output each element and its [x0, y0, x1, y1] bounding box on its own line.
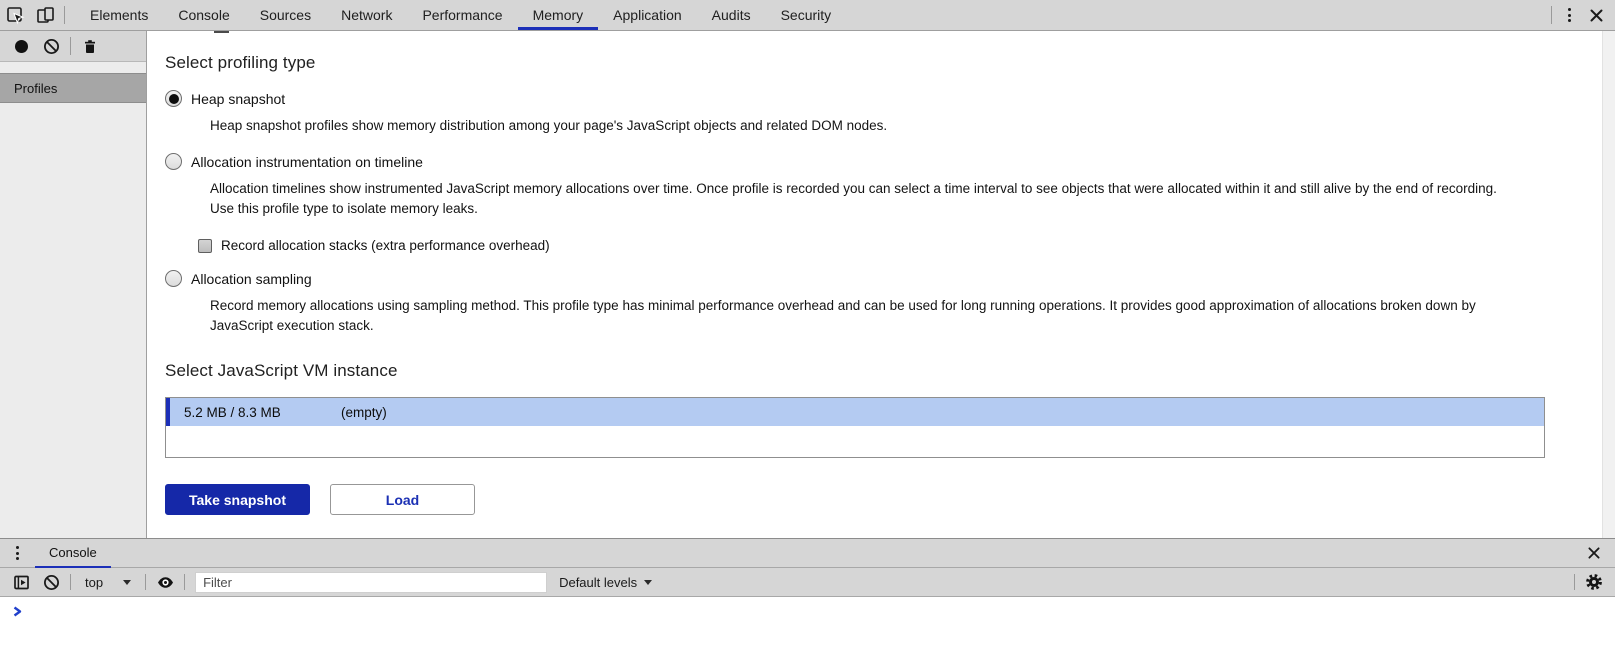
memory-panel-content: Select profiling type Heap snapshot Heap…: [148, 31, 1615, 538]
device-toolbar-icon[interactable]: [30, 0, 60, 30]
console-toolbar: top Default levels: [0, 568, 1615, 597]
heap-snapshot-description: Heap snapshot profiles show memory distr…: [210, 118, 888, 133]
radio-label[interactable]: Allocation sampling: [191, 271, 312, 287]
log-levels-selector[interactable]: Default levels: [547, 575, 664, 590]
tab-audits[interactable]: Audits: [697, 0, 766, 30]
panel-tabs: Elements Console Sources Network Perform…: [75, 0, 846, 30]
toolbar-right-controls: [1547, 2, 1609, 28]
vm-instance-size: 5.2 MB / 8.3 MB: [184, 404, 281, 420]
drawer-header: Console: [0, 539, 1615, 568]
execution-context-selector[interactable]: top: [75, 575, 141, 590]
memory-panel-toolbar: [0, 31, 146, 62]
vm-instance-row-selected[interactable]: 5.2 MB / 8.3 MB (empty): [166, 398, 1544, 426]
radio-button[interactable]: [165, 270, 182, 287]
tab-sources[interactable]: Sources: [245, 0, 326, 30]
close-drawer-icon[interactable]: [1581, 540, 1607, 566]
profiling-type-heading: Select profiling type: [165, 53, 316, 72]
tab-console[interactable]: Console: [163, 0, 244, 30]
console-prompt-chevron-icon[interactable]: [12, 604, 23, 622]
tab-application[interactable]: Application: [598, 0, 697, 30]
drawer-more-options-icon[interactable]: [6, 540, 29, 566]
toolbar-separator: [184, 574, 186, 590]
vm-instance-list: 5.2 MB / 8.3 MB (empty): [165, 397, 1545, 458]
console-drawer: Console top Filter Default levels: [0, 538, 1615, 648]
vm-instance-title: (empty): [341, 404, 387, 420]
chevron-down-icon: [644, 579, 653, 585]
devtools-main-toolbar: Elements Console Sources Network Perform…: [0, 0, 1615, 31]
record-profile-icon[interactable]: [6, 31, 36, 61]
toolbar-separator: [145, 574, 147, 590]
console-sidebar-icon[interactable]: [6, 567, 36, 597]
take-snapshot-button[interactable]: Take snapshot: [165, 484, 310, 515]
tab-network[interactable]: Network: [326, 0, 407, 30]
radio-allocation-timeline[interactable]: Allocation instrumentation on timeline: [165, 153, 1520, 170]
trash-icon[interactable]: [75, 31, 105, 61]
close-devtools-icon[interactable]: [1583, 2, 1609, 28]
live-expression-eye-icon[interactable]: [150, 567, 180, 597]
checkbox-record-stacks[interactable]: [198, 238, 212, 253]
action-buttons: Take snapshot Load: [165, 484, 1520, 515]
radio-heap-snapshot[interactable]: Heap snapshot: [165, 90, 1520, 107]
radio-button-checked[interactable]: [165, 90, 182, 107]
more-options-icon[interactable]: [1556, 2, 1583, 28]
toolbar-separator: [64, 6, 65, 24]
toolbar-separator: [1574, 574, 1575, 590]
clear-profiles-icon[interactable]: [36, 31, 66, 61]
checkbox-label[interactable]: Record allocation stacks (extra performa…: [221, 238, 550, 253]
toolbar-separator: [70, 37, 71, 55]
radio-label[interactable]: Heap snapshot: [191, 91, 285, 107]
radio-button[interactable]: [165, 153, 182, 170]
sidebar-item-profiles[interactable]: Profiles: [0, 73, 146, 103]
console-output-area[interactable]: [0, 597, 1615, 648]
context-label: top: [85, 574, 104, 590]
inspect-element-icon[interactable]: [0, 0, 30, 30]
clear-console-icon[interactable]: [36, 567, 66, 597]
record-allocation-stacks-row[interactable]: Record allocation stacks (extra performa…: [198, 238, 1520, 253]
memory-sidebar-panel: Profiles: [0, 31, 147, 538]
toolbar-separator: [70, 574, 71, 590]
sidebar-item-label: Profiles: [14, 80, 58, 96]
drawer-tab-console[interactable]: Console: [35, 539, 111, 568]
toolbar-separator: [1551, 6, 1552, 24]
vertical-scrollbar[interactable]: [1602, 31, 1615, 538]
allocation-sampling-description: Record memory allocations using sampling…: [210, 298, 1476, 333]
scroll-artifact: [214, 31, 229, 33]
load-button[interactable]: Load: [330, 484, 475, 515]
radio-allocation-sampling[interactable]: Allocation sampling: [165, 270, 1520, 287]
tab-memory[interactable]: Memory: [518, 0, 599, 30]
tab-security[interactable]: Security: [766, 0, 847, 30]
allocation-timeline-description: Allocation timelines show instrumented J…: [210, 181, 1497, 216]
tab-elements[interactable]: Elements: [75, 0, 163, 30]
console-filter-input[interactable]: [195, 571, 548, 593]
vm-instance-heading: Select JavaScript VM instance: [165, 361, 398, 380]
radio-label[interactable]: Allocation instrumentation on timeline: [191, 154, 423, 170]
console-settings-gear-icon[interactable]: [1579, 567, 1609, 597]
tab-performance[interactable]: Performance: [407, 0, 517, 30]
levels-label: Default levels: [559, 574, 638, 590]
chevron-down-icon: [123, 579, 132, 585]
